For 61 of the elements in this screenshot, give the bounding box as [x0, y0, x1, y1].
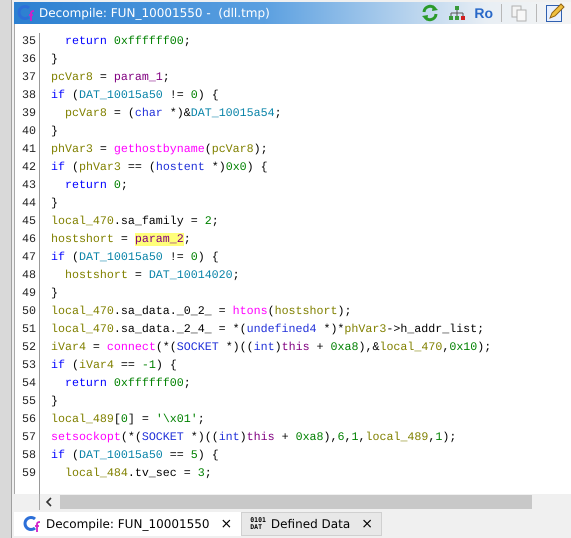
- line-number: 51: [21, 322, 37, 338]
- code-line: }: [51, 394, 59, 410]
- code-line: if (DAT_10015a50 != 0) {: [51, 88, 220, 104]
- code-line: if (DAT_10015a50 != 0) {: [51, 250, 220, 266]
- line-number: 37: [21, 70, 37, 86]
- code-line: phVar3 = gethostbyname(pcVar8);: [51, 142, 269, 158]
- line-number: 46: [21, 232, 37, 248]
- edit-icon[interactable]: [545, 3, 565, 23]
- line-number: 42: [21, 160, 37, 176]
- line-number: 43: [21, 178, 37, 194]
- code-line: }: [51, 52, 59, 68]
- code-line: return 0xffffff00;: [64, 34, 192, 50]
- line-number: 44: [21, 196, 37, 212]
- line-number: 50: [21, 304, 37, 320]
- line-number: 36: [21, 52, 37, 68]
- line-number: 56: [21, 412, 37, 428]
- code-line: return 0;: [64, 178, 129, 194]
- code-line: if (phVar3 == (hostent *)0x0) {: [51, 160, 269, 176]
- code-line: if (iVar4 == -1) {: [51, 358, 178, 374]
- line-number: 40: [21, 124, 37, 140]
- code-line: if (DAT_10015a50 == 5) {: [51, 448, 220, 464]
- code-line: }: [51, 286, 59, 302]
- line-number: 57: [21, 430, 37, 446]
- code-line: pcVar8 = (char *)&DAT_10015a54;: [64, 106, 283, 122]
- code-line: }: [51, 196, 59, 212]
- scrollbar-thumb[interactable]: [60, 495, 532, 509]
- code-line: local_484.tv_sec = 3;: [64, 466, 213, 482]
- code-line: pcVar8 = param_1;: [51, 70, 171, 86]
- hierarchy-icon[interactable]: [448, 5, 466, 21]
- code-line: hostshort = DAT_10014020;: [64, 268, 241, 284]
- code-line: iVar4 = connect(*(SOCKET *)((int)this + 0xa8),&local_470,0x10);: [51, 340, 492, 356]
- code-line: setsockopt(*(SOCKET *)((int)this + 0xa8),6,1,local_489,1);: [51, 430, 458, 446]
- line-number: 58: [21, 448, 37, 464]
- refresh-icon[interactable]: [420, 3, 440, 23]
- line-number: 54: [21, 376, 37, 392]
- line-number: 41: [21, 142, 37, 158]
- close-icon[interactable]: ×: [220, 514, 232, 534]
- line-number: 47: [21, 250, 37, 266]
- line-number: 53: [21, 358, 37, 374]
- line-number: 59: [21, 466, 37, 482]
- line-number: 52: [21, 340, 37, 356]
- close-icon[interactable]: ×: [361, 514, 373, 534]
- code-line: local_470.sa_data._2_4_ = *(undefined4 *)*phVar3->h_addr_list;: [51, 322, 486, 338]
- code-line: return 0xffffff00;: [64, 376, 192, 392]
- code-line: }: [51, 124, 59, 140]
- line-number: 49: [21, 286, 37, 302]
- decompile-icon: [17, 4, 35, 22]
- window-title: Decompile: FUN_10001550 - (dll.tmp): [39, 5, 270, 22]
- line-number: 55: [21, 394, 37, 410]
- line-number: 38: [21, 88, 37, 104]
- code-line: local_470.sa_family = 2;: [51, 214, 220, 230]
- line-number: 45: [21, 214, 37, 230]
- line-number: 48: [21, 268, 37, 284]
- line-number: 39: [21, 106, 37, 122]
- decompile-icon: [23, 515, 41, 533]
- line-number: 35: [21, 34, 37, 50]
- read-only-button[interactable]: Ro: [474, 2, 493, 24]
- code-line: hostshort = param_2;: [51, 232, 192, 248]
- code-line: local_489[0] = '\x01';: [51, 412, 206, 428]
- editor-tab[interactable]: Decompile: FUN_10001550 ×: [14, 512, 242, 536]
- code-line: local_470.sa_data._0_2_ = htons(hostshort);: [51, 304, 352, 320]
